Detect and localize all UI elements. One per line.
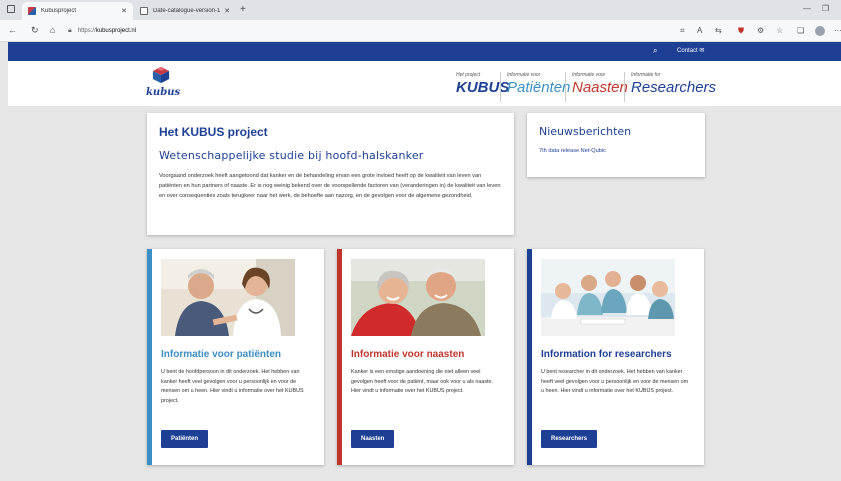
elderly-couple-photo bbox=[351, 259, 485, 336]
refresh-icon[interactable]: ↻ bbox=[31, 25, 39, 36]
accent-bar bbox=[147, 249, 152, 465]
new-tab-icon[interactable]: + bbox=[240, 4, 246, 15]
nav-researchers[interactable]: Informatie for Researchers bbox=[624, 72, 717, 102]
nav-big-label: Naasten bbox=[572, 79, 628, 96]
feature-card-naasten: Informatie voor naasten Kanker is een er… bbox=[337, 249, 514, 465]
more-menu-icon[interactable]: ⋯ bbox=[834, 26, 841, 35]
news-card: Nieuwsberichten 7th data release Net-Qub… bbox=[527, 113, 705, 177]
site-header: kubus Het project KUBUS Informatie voor … bbox=[8, 61, 841, 106]
browser-tab-bar: Kubusproject ✕ Date-catalogue-version-1_… bbox=[0, 0, 841, 20]
news-title: Nieuwsberichten bbox=[539, 125, 632, 138]
translate-icon[interactable]: ⇆ bbox=[715, 26, 722, 35]
feature-body: U bent researcher in dit onderzoek. Het … bbox=[541, 369, 689, 394]
feature-body: U bent de hoofdpersoon in dit onderzoek.… bbox=[161, 369, 304, 404]
nav-small-label: Informatie voor bbox=[507, 72, 541, 78]
kubus-logo[interactable]: kubus bbox=[146, 66, 186, 104]
nav-big-label: Researchers bbox=[631, 79, 717, 96]
research-team-photo bbox=[541, 259, 675, 336]
contact-link[interactable]: Contact ✉ bbox=[677, 47, 704, 54]
news-item-link[interactable]: 7th data release Net-Qubic bbox=[539, 148, 693, 154]
nav-small-label: Informatie for bbox=[631, 72, 661, 78]
naasten-button[interactable]: Naasten bbox=[351, 430, 395, 448]
nav-patienten[interactable]: Informatie voor Patiënten bbox=[500, 72, 571, 102]
url-field[interactable]: 🔒︎ https://kubusproject.nl bbox=[68, 24, 708, 38]
kubus-favicon-icon bbox=[28, 7, 36, 15]
reader-view-icon[interactable]: ⌗ bbox=[680, 26, 685, 36]
back-icon[interactable]: ← bbox=[8, 25, 17, 35]
feature-card-patienten: Informatie voor patiënten U bent de hoof… bbox=[147, 249, 324, 465]
close-tab-icon[interactable]: ✕ bbox=[224, 7, 230, 15]
home-icon[interactable]: ⌂ bbox=[50, 25, 55, 35]
nav-big-label: Patiënten bbox=[507, 79, 571, 96]
researchers-button[interactable]: Researchers bbox=[541, 430, 598, 448]
cube-logo-icon bbox=[152, 66, 170, 84]
browser-tab-catalogue[interactable]: Date-catalogue-version-1_def.p ✕ bbox=[134, 2, 236, 20]
read-aloud-icon[interactable]: A bbox=[697, 26, 702, 35]
nav-het-project[interactable]: Het project KUBUS bbox=[456, 72, 509, 96]
accent-bar bbox=[527, 249, 532, 465]
nav-naasten[interactable]: Informatie voor Naasten bbox=[565, 72, 628, 102]
feature-body: Kanker is een ernstige aandoening die ni… bbox=[351, 369, 494, 394]
logo-wordmark: kubus bbox=[146, 87, 181, 98]
shield-extension-icon[interactable]: ⛊ bbox=[738, 26, 744, 36]
intro-subtitle: Wetenschappelijke studie bij hoofd-halsk… bbox=[159, 149, 424, 162]
feature-title: Informatie voor patiënten bbox=[161, 349, 282, 360]
patienten-button[interactable]: Patiënten bbox=[161, 430, 209, 448]
minimize-icon[interactable]: — bbox=[803, 4, 811, 13]
lock-icon: 🔒︎ bbox=[68, 27, 72, 34]
intro-body: Voorgaand onderzoek heeft aangetoond dat… bbox=[159, 173, 501, 199]
tab-title: Date-catalogue-version-1_def.p bbox=[153, 8, 221, 14]
intro-card: Het KUBUS project Wetenschappelijke stud… bbox=[147, 113, 514, 235]
document-favicon-icon bbox=[140, 7, 148, 15]
patient-doctor-photo bbox=[161, 259, 295, 336]
address-bar-row: ← ↻ ⌂ 🔒︎ https://kubusproject.nl ⌗ A ⇆ ⛊… bbox=[0, 20, 841, 42]
tab-actions-icon[interactable] bbox=[7, 5, 15, 13]
intro-title: Het KUBUS project bbox=[159, 125, 268, 139]
browser-tab-kubusproject[interactable]: Kubusproject ✕ bbox=[22, 2, 133, 20]
nav-small-label: Het project bbox=[456, 72, 481, 78]
collections-icon[interactable]: ❏ bbox=[797, 26, 804, 35]
feature-title: Information for researchers bbox=[541, 349, 672, 360]
profile-avatar[interactable] bbox=[815, 26, 825, 36]
restore-icon[interactable]: ❐ bbox=[822, 4, 829, 13]
nav-small-label: Informatie voor bbox=[572, 72, 606, 78]
feature-title: Informatie voor naasten bbox=[351, 349, 465, 360]
search-icon[interactable]: ⌕ bbox=[653, 46, 657, 56]
favorites-icon[interactable]: ☆ bbox=[776, 26, 783, 35]
close-tab-icon[interactable]: ✕ bbox=[121, 7, 127, 15]
url-host: kubusproject.nl bbox=[95, 28, 137, 34]
nav-big-label: KUBUS bbox=[456, 79, 510, 96]
extension-icon[interactable]: ⚙ bbox=[757, 26, 764, 35]
tab-title: Kubusproject bbox=[41, 8, 77, 14]
accent-bar bbox=[337, 249, 342, 465]
url-prefix: https:// bbox=[77, 28, 96, 34]
feature-card-researchers: Information for researchers U bent resea… bbox=[527, 249, 704, 465]
site-top-strip: ⌕ Contact ✉ bbox=[8, 42, 841, 61]
